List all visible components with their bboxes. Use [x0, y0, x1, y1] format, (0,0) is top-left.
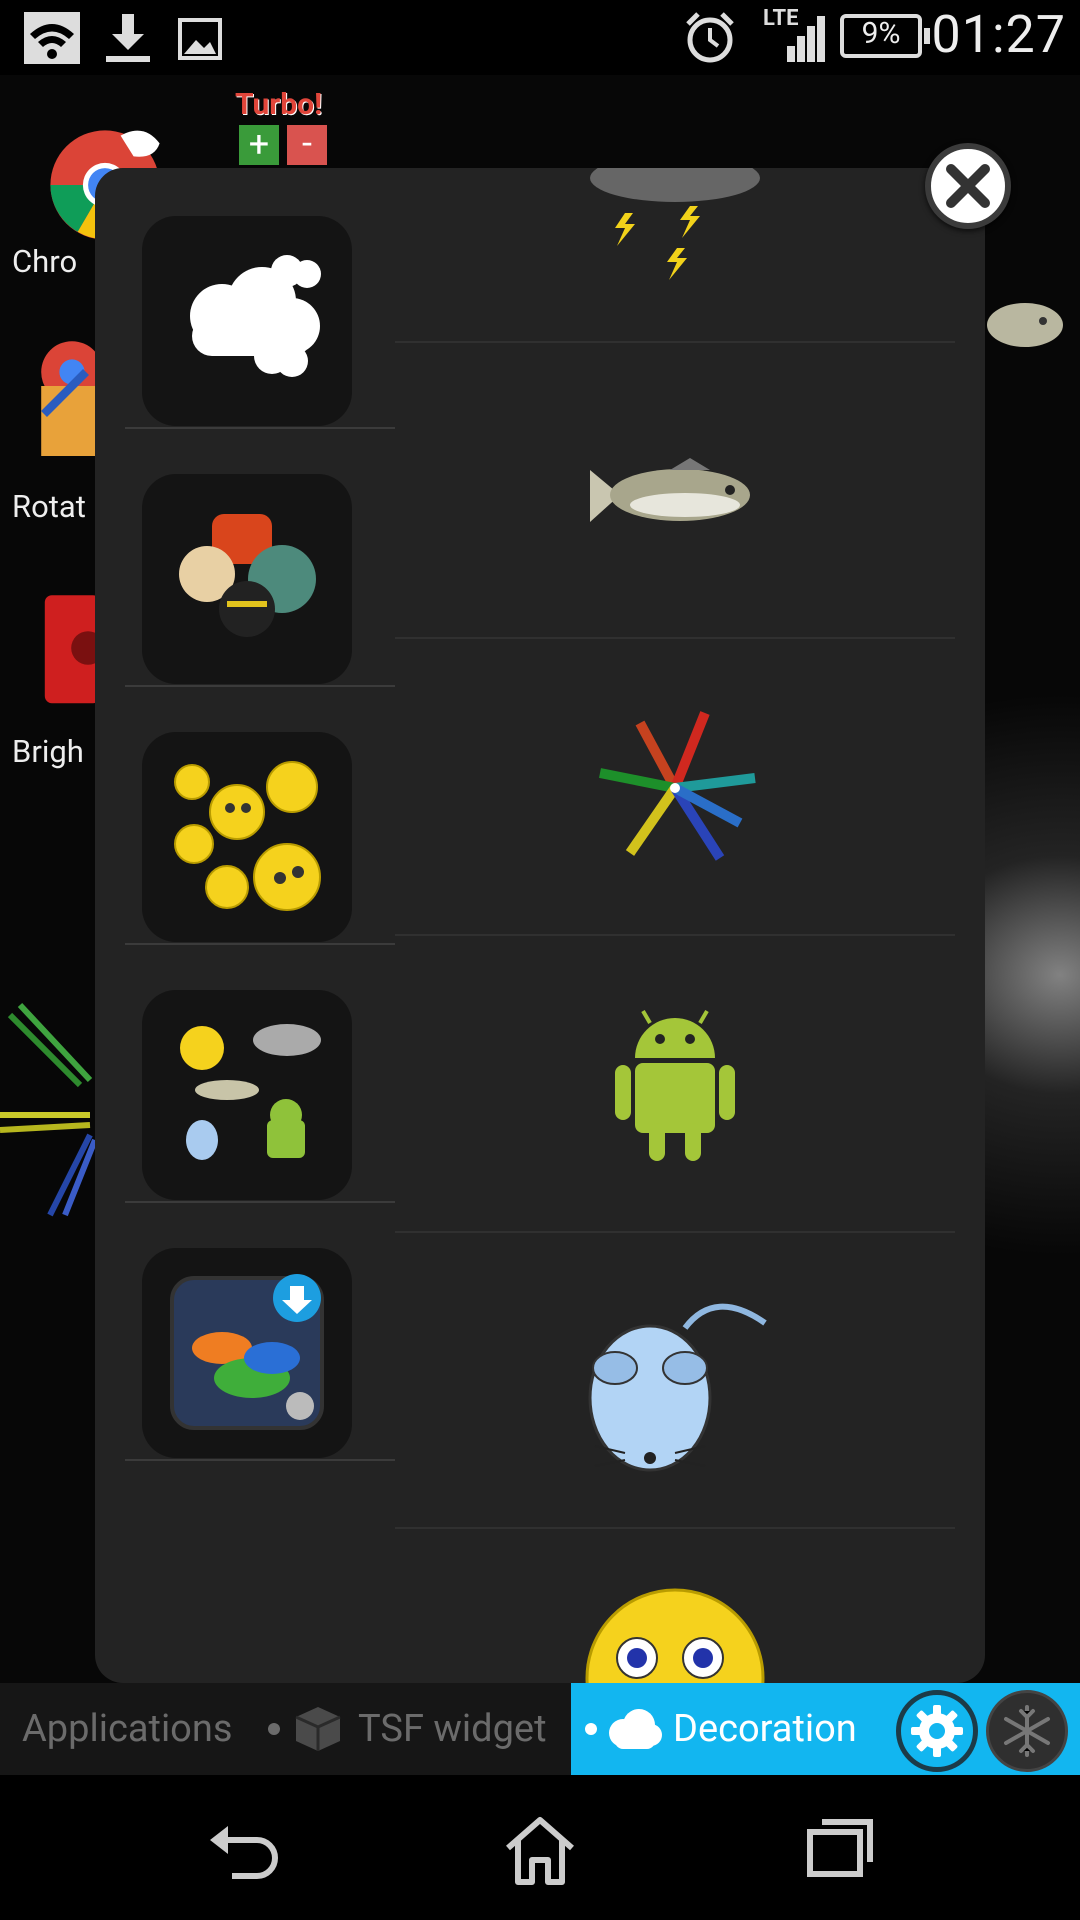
cube-icon — [295, 1707, 341, 1751]
divider — [395, 1231, 955, 1233]
divider — [395, 637, 955, 639]
rotate-icon[interactable] — [30, 330, 100, 470]
smiley-face-icon[interactable] — [585, 1586, 765, 1683]
decoration-picker-panel — [95, 168, 985, 1683]
divider — [395, 1527, 955, 1529]
close-icon — [946, 164, 990, 208]
clock: 01:27 — [931, 4, 1066, 65]
divider — [125, 685, 395, 687]
alarm-icon — [686, 12, 734, 63]
snowflake-icon — [1004, 1705, 1050, 1757]
freeze-button[interactable] — [986, 1690, 1068, 1772]
list-item[interactable] — [125, 732, 395, 990]
spring-decoration-icon — [0, 1002, 98, 1217]
list-item[interactable] — [125, 990, 395, 1248]
signal-icon — [787, 16, 825, 62]
wifi-icon — [24, 12, 80, 64]
tab-dot — [585, 1723, 597, 1735]
image-icon — [178, 18, 222, 60]
app-label-chrome[interactable]: Chro — [12, 243, 77, 280]
app-label-rotate[interactable]: Rotat — [12, 488, 86, 525]
divider — [395, 341, 955, 343]
list-item[interactable] — [125, 216, 395, 474]
brightness-icon[interactable] — [40, 583, 100, 713]
navigation-bar — [0, 1775, 1080, 1920]
tab-tsf-widget-label: TSF widget — [358, 1707, 547, 1751]
divider — [125, 943, 395, 945]
home-icon[interactable] — [500, 1810, 580, 1890]
battery-icon: 9% — [840, 14, 930, 58]
close-button[interactable] — [925, 143, 1011, 229]
tab-dot — [268, 1723, 280, 1735]
divider — [125, 427, 395, 429]
recents-icon[interactable] — [800, 1810, 880, 1890]
divider — [125, 1201, 395, 1203]
turbo-plus-button[interactable]: + — [239, 125, 279, 165]
turbo-widget[interactable]: Turbo! + - — [235, 87, 350, 177]
mouse-icon[interactable] — [585, 1288, 775, 1488]
mix-icon[interactable] — [142, 990, 352, 1200]
fish-peek-icon — [987, 303, 1063, 347]
smileys-icon[interactable] — [142, 732, 352, 942]
turbo-minus-button[interactable]: - — [287, 125, 327, 165]
download-icon — [106, 14, 150, 62]
android-robot-icon[interactable] — [605, 1003, 745, 1163]
fish-icon[interactable] — [580, 450, 770, 540]
tab-decoration-label: Decoration — [673, 1707, 857, 1751]
list-item[interactable] — [125, 474, 395, 732]
tab-tsf-widget[interactable]: TSF widget — [358, 1683, 547, 1775]
app-label-brightness[interactable]: Brigh — [12, 733, 84, 770]
tab-applications[interactable]: Applications — [22, 1683, 232, 1775]
battery-percent: 9% — [861, 16, 901, 51]
fish-download-icon[interactable] — [142, 1248, 352, 1458]
status-bar: LTE 9% 01:27 — [0, 0, 1080, 75]
spring-star-icon[interactable] — [590, 703, 760, 873]
back-icon[interactable] — [202, 1810, 282, 1890]
divider — [395, 934, 955, 936]
turbo-label: Turbo! — [235, 87, 323, 122]
cloud-icon — [609, 1709, 662, 1749]
divider — [125, 1459, 395, 1461]
settings-button[interactable] — [896, 1690, 978, 1772]
tab-applications-label: Applications — [22, 1707, 233, 1751]
animals-icon[interactable] — [142, 474, 352, 684]
list-item[interactable] — [125, 1248, 395, 1506]
clouds-icon[interactable] — [142, 216, 352, 426]
storm-cloud-icon[interactable] — [585, 168, 765, 298]
gear-icon — [911, 1705, 963, 1757]
